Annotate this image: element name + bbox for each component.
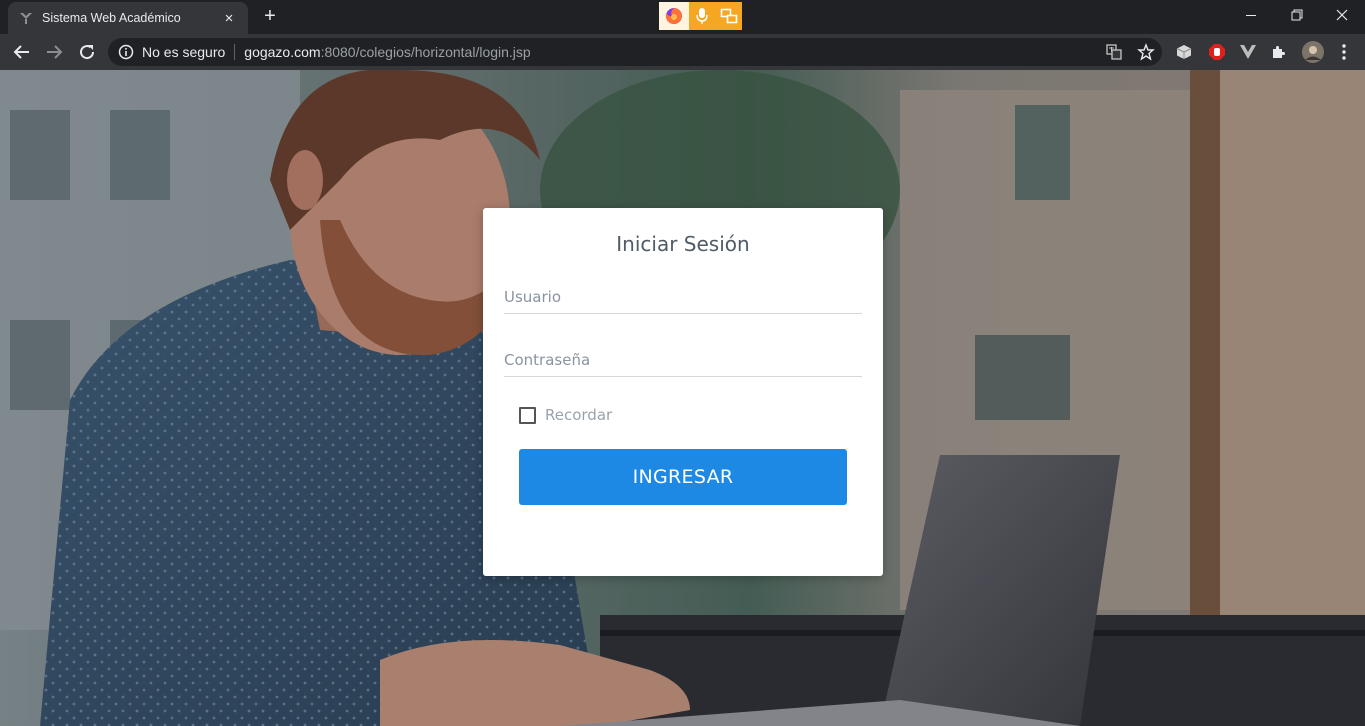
login-page: Iniciar Sesión Recordar INGRESAR [0, 70, 1365, 726]
url-path: :8080/colegios/horizontal/login.jsp [320, 44, 531, 60]
login-card: Iniciar Sesión Recordar INGRESAR [483, 208, 883, 576]
bookmark-star-icon[interactable] [1136, 42, 1156, 62]
address-divider [234, 44, 236, 60]
extensions-puzzle-icon[interactable] [1269, 42, 1289, 62]
back-arrow-icon[interactable] [9, 39, 35, 65]
microphone-icon[interactable] [689, 2, 715, 30]
site-info-button[interactable]: No es seguro [118, 44, 225, 60]
kebab-menu-icon[interactable] [1334, 42, 1354, 62]
login-title: Iniciar Sesión [616, 232, 750, 256]
profile-avatar[interactable] [1301, 40, 1325, 64]
password-input[interactable] [504, 343, 862, 377]
new-tab-button[interactable]: + [258, 6, 282, 28]
login-button[interactable]: INGRESAR [519, 449, 847, 505]
restore-icon[interactable] [1274, 0, 1320, 30]
tab-strip: Sistema Web Académico × + [0, 0, 1365, 34]
translate-icon[interactable] [1104, 42, 1124, 62]
url-text[interactable]: gogazo.com:8080/colegios/horizontal/logi… [244, 44, 530, 60]
tab-title: Sistema Web Académico [42, 11, 181, 25]
remember-me-toggle[interactable]: Recordar [519, 406, 612, 424]
site-favicon-icon [18, 10, 34, 26]
browser-toolbar: No es seguro gogazo.com:8080/colegios/ho… [0, 34, 1365, 70]
close-window-icon[interactable] [1319, 0, 1365, 30]
cube-extension-icon[interactable] [1174, 42, 1194, 62]
forward-arrow-icon[interactable] [41, 39, 67, 65]
reload-icon[interactable] [74, 39, 100, 65]
firefox-icon[interactable] [659, 2, 689, 30]
info-icon [118, 44, 134, 60]
security-status-text: No es seguro [142, 44, 226, 60]
adblock-icon[interactable] [1207, 42, 1227, 62]
username-input[interactable] [504, 280, 862, 314]
browser-tab[interactable]: Sistema Web Académico × [8, 2, 248, 34]
tab-close-icon[interactable]: × [220, 10, 238, 27]
window-resize-icon[interactable] [715, 2, 742, 30]
url-host: gogazo.com [244, 44, 321, 60]
remember-label: Recordar [545, 406, 613, 424]
minimize-icon[interactable] [1228, 0, 1274, 30]
extension-popup-bar [659, 2, 742, 30]
vue-devtools-icon[interactable] [1238, 42, 1258, 62]
remember-checkbox[interactable] [519, 406, 536, 424]
address-bar[interactable]: No es seguro gogazo.com:8080/colegios/ho… [108, 38, 1162, 66]
